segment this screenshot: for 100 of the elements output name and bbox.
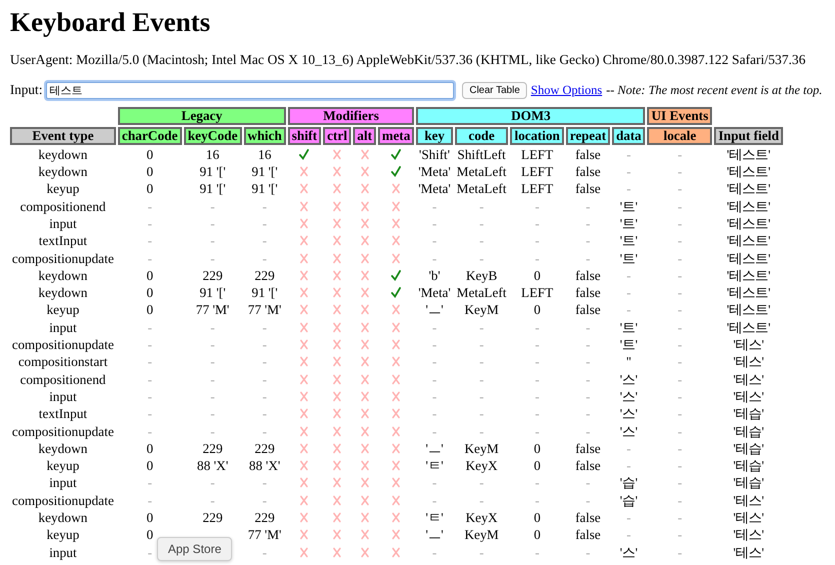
table-cell: 229 [202,440,223,456]
table-cell: 91 '[' [200,285,226,300]
tooltip: App Store [157,537,232,561]
table-cell: - [626,510,631,526]
table-cell: 229 [254,510,275,526]
table-cell: - [210,372,215,387]
table-cell-text: compositionupdate [11,424,115,439]
table-cell: - [148,406,152,422]
table-cell: - [678,302,682,318]
table-cell: - [262,320,267,335]
table-cell: - [626,458,631,474]
table-cell: - [210,388,215,404]
table-cell: - [148,388,152,404]
show-options-link[interactable]: Show Options [530,81,602,100]
table-cell-text: textInput [38,406,88,422]
table-cell: - [262,250,267,266]
clear-table-button[interactable]: Clear Table [462,82,527,100]
column-header: which [244,126,286,145]
table-cell: - [534,406,540,422]
table-cell-text: '테스' [732,510,766,526]
table-cell: 'ㅌ' [426,458,444,474]
table-cell: 'ㅡ' [426,440,444,456]
table-cell: - [479,406,484,422]
table-cell: LEFT [521,164,554,180]
table-cell: 229 [202,268,223,283]
table-cell: '스' [620,406,638,422]
table-cell: LEFT [521,146,554,162]
table-cell: 0 [146,146,154,162]
table-cell: LEFT [521,181,554,196]
table-cell: - [678,354,682,370]
table-cell: - [678,337,682,352]
table-cell: - [534,492,540,508]
table-cell: - [678,198,682,214]
table-cell: 229 [254,440,275,456]
column-header: charCode [118,126,182,145]
table-cell: - [479,337,484,352]
table-cell: - [534,320,540,335]
table-cell: - [678,216,682,231]
table-cell: 77 'M' [248,527,282,542]
table-cell: - [479,233,484,248]
table-cell: - [479,354,484,370]
table-cell: - [586,492,590,508]
table-cell: 'Meta' [418,181,451,196]
table-cell: - [626,285,631,300]
table-cell: - [432,250,437,266]
table-cell: - [262,354,267,370]
table-cell: - [479,216,484,231]
table-cell: - [210,250,215,266]
user-agent-text: UserAgent: Mozilla/5.0 (Macintosh; Intel Mac OS X 10_13_6) AppleWebKit/537.36 (KHTML, like Gecko) Chrome/80.0.3987.122 Safari/537.36 [10,51,807,69]
table-cell: - [432,406,437,422]
table-cell: - [534,337,540,352]
table-cell: - [534,250,540,266]
table-cell: - [678,320,682,335]
table-cell: - [586,216,590,231]
table-cell-text: '테스' [732,527,766,543]
input-field[interactable]: 테스트 [46,82,454,100]
table-cell-text: '테스트' [726,216,772,232]
table-cell: - [210,424,215,439]
table-cell: false [575,268,601,283]
table-cell: - [210,233,215,248]
table-cell-text: keydown [37,146,88,162]
table-cell: '스' [620,388,638,404]
table-cell-text: '테스트' [726,181,772,197]
table-cell: false [575,527,601,542]
table-cell: - [678,268,682,283]
table-cell: - [432,492,437,508]
table-cell: - [534,372,540,387]
table-cell: 91 '[' [200,181,226,196]
table-cell-text: '테스' [732,372,766,387]
table-cell: ShiftLeft [457,146,506,162]
table-cell-text: '테스트' [726,164,772,180]
table-cell: - [262,388,267,404]
table-cell: - [678,285,682,300]
table-cell: - [262,475,267,490]
table-cell: - [262,424,267,439]
table-cell: 0 [146,268,154,283]
table-cell: - [678,475,682,490]
table-cell: '' [626,354,632,370]
table-cell: - [678,458,682,474]
table-cell: 0 [534,302,541,318]
table-cell: - [262,406,267,422]
table-cell: LEFT [521,285,554,300]
column-header: locale [647,126,712,145]
table-cell: - [148,544,152,560]
table-cell: 91 '[' [252,164,278,180]
table-cell: false [575,181,601,196]
table-cell: - [586,544,590,560]
table-cell: - [479,320,484,335]
table-cell: 0 [534,268,541,283]
table-cell: - [479,388,484,404]
table-cell: '트' [620,250,638,266]
table-cell: - [534,198,540,214]
table-cell: - [586,388,590,404]
table-cell: - [432,320,437,335]
table-cell: - [148,475,152,490]
table-cell-text: input [48,475,78,491]
table-cell: - [262,198,267,214]
table-cell: 0 [146,510,154,526]
table-cell-text: keydown [37,510,88,526]
table-cell: 0 [534,440,541,456]
